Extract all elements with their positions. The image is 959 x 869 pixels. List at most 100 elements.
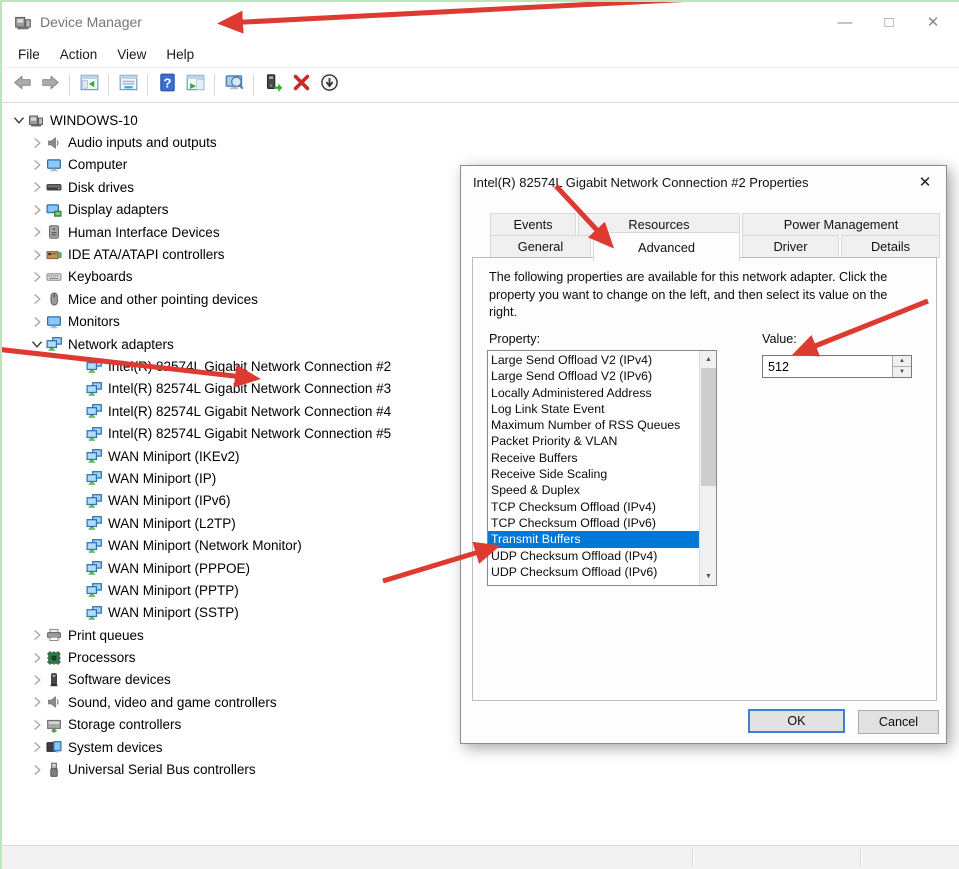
- menu-help[interactable]: Help: [156, 44, 204, 65]
- network-icon: [86, 381, 103, 397]
- tree-item-label: Universal Serial Bus controllers: [68, 762, 256, 778]
- tab-driver[interactable]: Driver: [742, 235, 839, 258]
- property-maximum-number-of-rss-queues[interactable]: Maximum Number of RSS Queues: [488, 417, 699, 433]
- tab-general[interactable]: General: [490, 235, 591, 258]
- scrollbar-thumb[interactable]: [701, 368, 716, 486]
- chevron-right-icon[interactable]: [28, 179, 46, 195]
- tree-item-universal-serial-bus-controllers[interactable]: Universal Serial Bus controllers: [2, 758, 959, 780]
- tree-item-label: Storage controllers: [68, 717, 182, 733]
- chevron-right-icon[interactable]: [28, 627, 46, 643]
- scan-hardware-changes-button[interactable]: [221, 72, 247, 98]
- chevron-right-icon[interactable]: [28, 762, 46, 778]
- toolbar-separator: [214, 74, 215, 96]
- forward-button[interactable]: [37, 72, 63, 98]
- property-packet-priority-vlan[interactable]: Packet Priority & VLAN: [488, 433, 699, 449]
- ok-button[interactable]: OK: [748, 709, 845, 733]
- chevron-right-icon[interactable]: [28, 694, 46, 710]
- network-icon: [86, 493, 103, 509]
- spin-up-icon[interactable]: ▲: [893, 356, 911, 367]
- property-receive-side-scaling[interactable]: Receive Side Scaling: [488, 466, 699, 482]
- tree-item-label: WINDOWS-10: [50, 112, 138, 128]
- tree-item-label: WAN Miniport (PPTP): [108, 582, 239, 598]
- show-console-tree-button[interactable]: [76, 72, 102, 98]
- property-listbox[interactable]: Large Send Offload V2 (IPv4) Large Send O…: [487, 350, 717, 586]
- back-button[interactable]: [9, 72, 35, 98]
- tab-events[interactable]: Events: [490, 213, 576, 235]
- uninstall-device-button[interactable]: [288, 72, 314, 98]
- property-tcp-checksum-offload-ipv6[interactable]: TCP Checksum Offload (IPv6): [488, 515, 699, 531]
- usb-icon: [46, 762, 63, 778]
- property-udp-checksum-offload-ipv6[interactable]: UDP Checksum Offload (IPv6): [488, 564, 699, 580]
- advanced-tab-panel: The following properties are available f…: [472, 257, 937, 701]
- chevron-right-icon[interactable]: [28, 135, 46, 151]
- update-driver-button[interactable]: [260, 72, 286, 98]
- chevron-down-icon[interactable]: [10, 112, 28, 128]
- chevron-right-icon[interactable]: [28, 157, 46, 173]
- menu-file[interactable]: File: [8, 44, 50, 65]
- spin-down-icon[interactable]: ▼: [893, 366, 911, 377]
- property-label: Property:: [489, 332, 541, 346]
- chevron-right-icon[interactable]: [28, 717, 46, 733]
- tab-details[interactable]: Details: [841, 235, 940, 258]
- uninstall-device-icon: [292, 73, 311, 97]
- property-transmit-buffers[interactable]: Transmit Buffers: [488, 531, 699, 548]
- scroll-up-icon[interactable]: ▲: [700, 351, 716, 368]
- property-large-send-offload-v2-ipv6[interactable]: Large Send Offload V2 (IPv6): [488, 368, 699, 384]
- tree-item-label: Intel(R) 82574L Gigabit Network Connecti…: [108, 381, 392, 397]
- monitor-icon: [46, 314, 63, 330]
- tree-item-label: WAN Miniport (PPPOE): [108, 560, 251, 576]
- properties-button[interactable]: [115, 72, 141, 98]
- chevron-right-icon[interactable]: [28, 739, 46, 755]
- chevron-right-icon[interactable]: [28, 269, 46, 285]
- toolbar: ?: [2, 68, 959, 103]
- chevron-right-icon[interactable]: [28, 224, 46, 240]
- listbox-scrollbar[interactable]: ▲ ▼: [699, 351, 716, 585]
- menu-action[interactable]: Action: [50, 44, 108, 65]
- help-button[interactable]: ?: [154, 72, 180, 98]
- tree-item-label: Keyboards: [68, 269, 133, 285]
- dialog-close-icon[interactable]: ✕: [910, 168, 940, 196]
- audio-icon: [46, 135, 63, 151]
- minimize-icon[interactable]: —: [823, 7, 867, 37]
- property-locally-administered-address[interactable]: Locally Administered Address: [488, 385, 699, 401]
- value-input[interactable]: [763, 356, 892, 377]
- disable-device-button[interactable]: [316, 72, 342, 98]
- tab-advanced[interactable]: Advanced: [593, 232, 740, 261]
- storage-icon: [46, 717, 63, 733]
- property-tcp-checksum-offload-ipv4[interactable]: TCP Checksum Offload (IPv4): [488, 499, 699, 515]
- property-large-send-offload-v2-ipv4[interactable]: Large Send Offload V2 (IPv4): [488, 352, 699, 368]
- tree-item-windows-10[interactable]: WINDOWS-10: [2, 109, 959, 131]
- chevron-right-icon[interactable]: [28, 291, 46, 307]
- chevron-right-icon[interactable]: [28, 650, 46, 666]
- menu-view[interactable]: View: [107, 44, 156, 65]
- property-log-link-state-event[interactable]: Log Link State Event: [488, 401, 699, 417]
- toolbar-separator: [253, 74, 254, 96]
- chevron-right-icon[interactable]: [28, 202, 46, 218]
- tab-power-management[interactable]: Power Management: [742, 213, 940, 235]
- tree-item-label: WAN Miniport (SSTP): [108, 605, 239, 621]
- property-receive-buffers[interactable]: Receive Buffers: [488, 450, 699, 466]
- tree-item-label: Intel(R) 82574L Gigabit Network Connecti…: [108, 426, 392, 442]
- help-icon: ?: [158, 73, 177, 97]
- printer-icon: [46, 627, 63, 643]
- tree-item-audio-inputs-and-outputs[interactable]: Audio inputs and outputs: [2, 131, 959, 153]
- maximize-icon[interactable]: □: [867, 7, 911, 37]
- network-icon: [86, 358, 103, 374]
- system-icon: [46, 739, 63, 755]
- menu-bar: File Action View Help: [2, 42, 959, 68]
- chevron-right-icon[interactable]: [28, 314, 46, 330]
- cancel-button[interactable]: Cancel: [858, 710, 939, 734]
- network-icon: [86, 470, 103, 486]
- property-udp-checksum-offload-ipv4[interactable]: UDP Checksum Offload (IPv4): [488, 548, 699, 564]
- scroll-down-icon[interactable]: ▼: [700, 568, 716, 585]
- value-field: ▲ ▼: [762, 355, 912, 378]
- close-icon[interactable]: ✕: [911, 7, 955, 37]
- computer-icon: [28, 112, 45, 128]
- show-console-tree-icon: [80, 73, 99, 97]
- action-pane-button[interactable]: [182, 72, 208, 98]
- dialog-title-bar: Intel(R) 82574L Gigabit Network Connecti…: [461, 166, 946, 199]
- chevron-down-icon[interactable]: [28, 336, 46, 352]
- property-speed-duplex[interactable]: Speed & Duplex: [488, 482, 699, 498]
- chevron-right-icon[interactable]: [28, 672, 46, 688]
- chevron-right-icon[interactable]: [28, 247, 46, 263]
